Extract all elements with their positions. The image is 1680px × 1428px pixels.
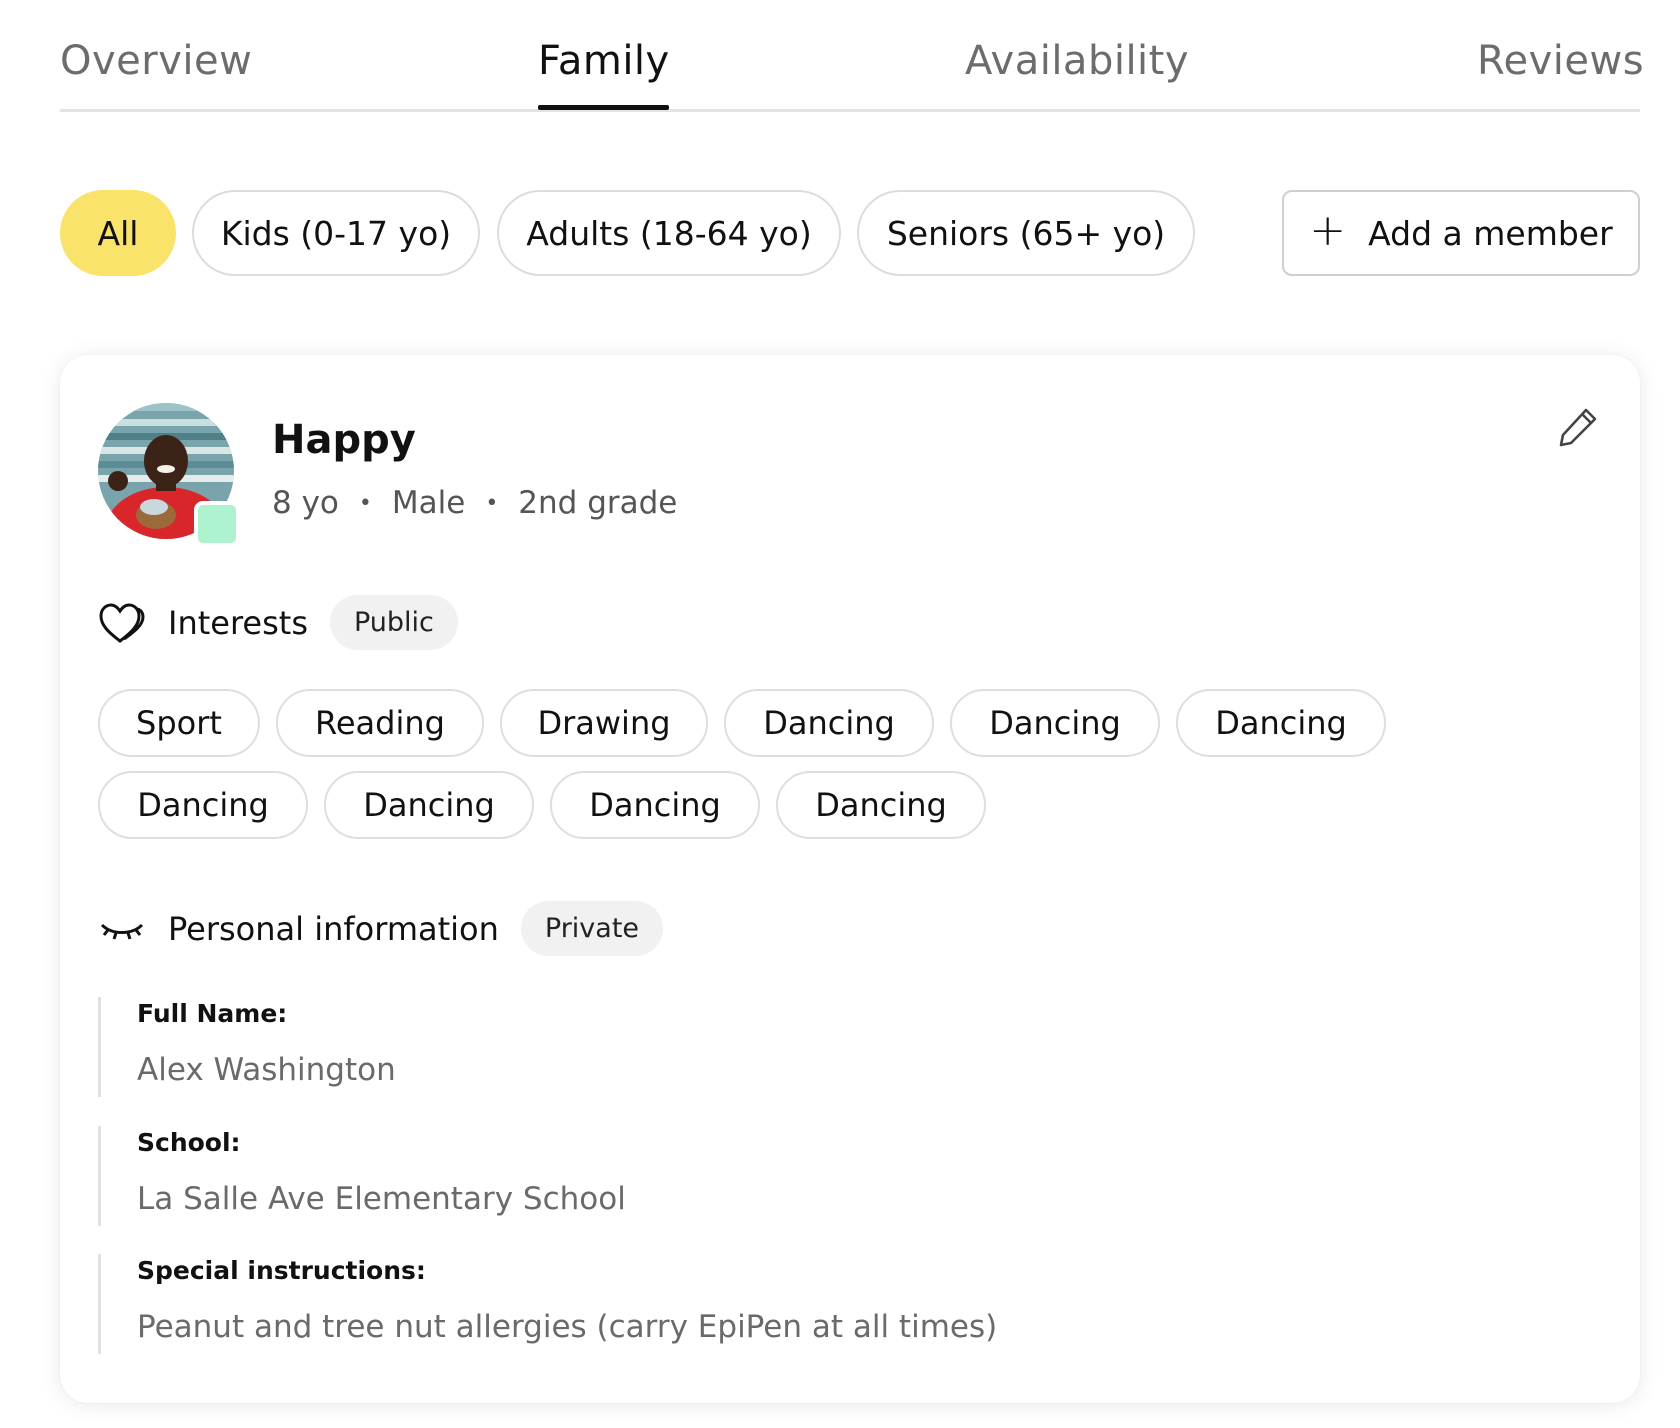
tab-availability[interactable]: Availability: [965, 38, 1189, 84]
member-gender: Male: [391, 485, 466, 521]
filter-seniors[interactable]: Seniors (65+ yo): [857, 190, 1195, 276]
public-badge: Public: [329, 595, 458, 650]
interests-title: Interests: [168, 603, 308, 642]
add-member-button[interactable]: + Add a member: [1282, 190, 1640, 276]
separator-dot: •: [485, 490, 499, 516]
separator-dot: •: [358, 490, 372, 516]
tab-bar: Overview Family Availability Reviews: [60, 0, 1644, 112]
filter-all[interactable]: All: [60, 190, 176, 276]
full-name-label: Full Name:: [137, 999, 288, 1028]
special-instructions-label: Special instructions:: [137, 1256, 426, 1285]
school-field: School: La Salle Ave Elementary School: [98, 1126, 626, 1226]
closed-eye-icon: [100, 923, 144, 939]
member-grade: 2nd grade: [518, 485, 678, 521]
member-name: Happy: [272, 417, 416, 463]
tab-reviews[interactable]: Reviews: [1477, 38, 1644, 84]
interest-chip: Dancing: [550, 771, 760, 839]
interest-chip: Dancing: [950, 689, 1160, 757]
full-name-value: Alex Washington: [137, 1052, 396, 1088]
interest-chip: Reading: [276, 689, 484, 757]
filter-adults[interactable]: Adults (18-64 yo): [497, 190, 841, 276]
full-name-field: Full Name: Alex Washington: [98, 997, 396, 1097]
school-value: La Salle Ave Elementary School: [137, 1181, 626, 1217]
personal-info-title: Personal information: [168, 909, 499, 948]
interest-chip: Sport: [98, 689, 260, 757]
interest-chip: Dancing: [776, 771, 986, 839]
heart-icon: [99, 602, 145, 643]
interest-chip: Drawing: [500, 689, 708, 757]
interest-chip: Dancing: [98, 771, 308, 839]
tab-overview[interactable]: Overview: [60, 38, 252, 84]
school-label: School:: [137, 1128, 241, 1157]
plus-icon: +: [1309, 205, 1347, 256]
member-meta: 8 yo • Male • 2nd grade: [272, 485, 677, 521]
interests-header: Interests Public: [98, 595, 458, 650]
online-status-badge: [194, 501, 240, 547]
personal-info-header: Personal information Private: [98, 901, 664, 956]
pencil-icon[interactable]: [1556, 405, 1600, 449]
interest-chip: Dancing: [1176, 689, 1386, 757]
tab-family[interactable]: Family: [538, 38, 670, 84]
active-tab-indicator: [538, 105, 669, 110]
interest-chip: Dancing: [324, 771, 534, 839]
member-card: Happy 8 yo • Male • 2nd grade Interests …: [60, 355, 1640, 1403]
add-member-label: Add a member: [1368, 213, 1613, 253]
special-instructions-value: Peanut and tree nut allergies (carry Epi…: [137, 1309, 998, 1345]
filter-kids[interactable]: Kids (0-17 yo): [192, 190, 480, 276]
member-age: 8 yo: [272, 485, 339, 521]
interest-chip: Dancing: [724, 689, 934, 757]
special-instructions-field: Special instructions: Peanut and tree nu…: [98, 1254, 997, 1354]
private-badge: Private: [520, 901, 664, 956]
